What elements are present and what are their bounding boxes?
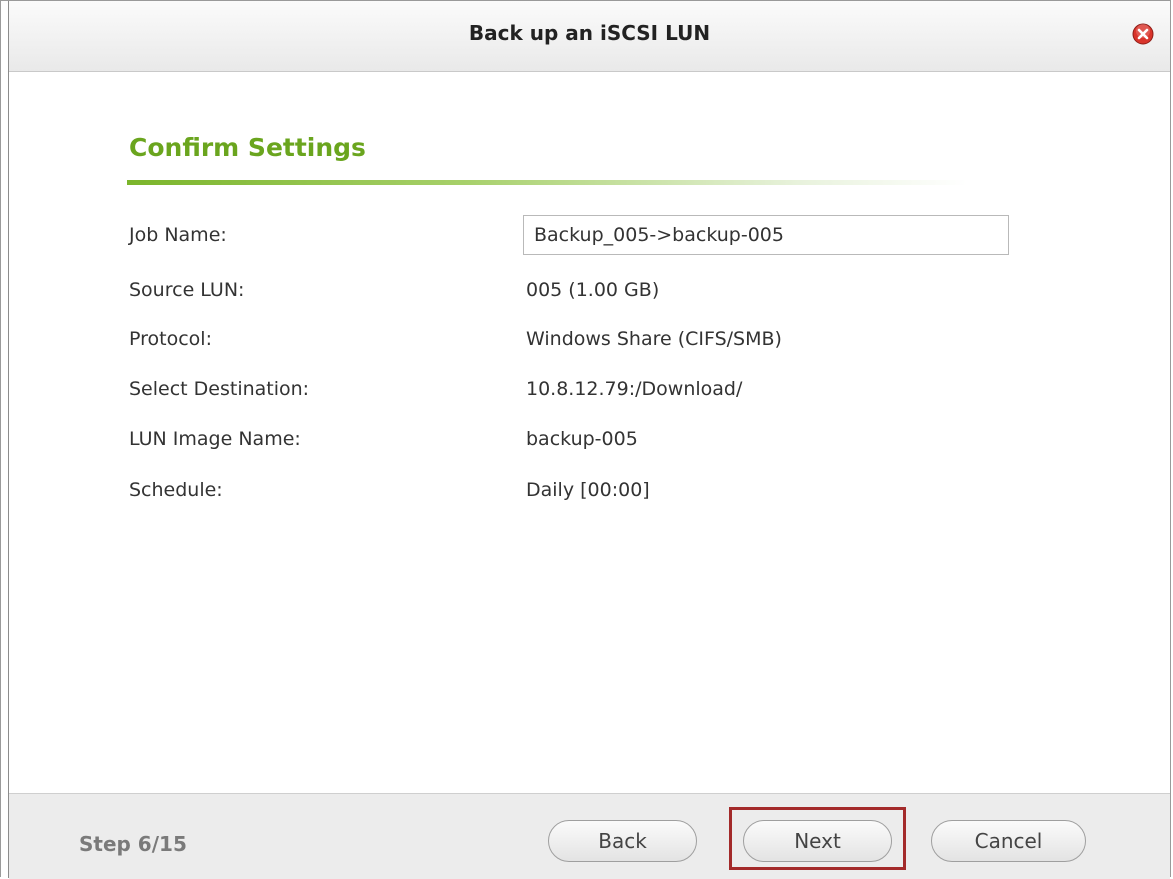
section-title: Confirm Settings [129,133,366,162]
image-name-value: backup-005 [526,428,638,450]
back-button[interactable]: Back [548,820,697,862]
close-icon[interactable] [1132,23,1154,45]
job-name-input[interactable] [523,215,1009,255]
window-edge [1,1,9,878]
schedule-value: Daily [00:00] [526,479,650,501]
protocol-value: Windows Share (CIFS/SMB) [526,328,782,350]
cancel-button[interactable]: Cancel [931,820,1086,862]
step-indicator: Step 6/15 [79,832,187,856]
backup-lun-dialog: Back up an iSCSI LUN Confirm Settings Jo… [0,0,1171,879]
dialog-title: Back up an iSCSI LUN [468,21,711,45]
title-bar: Back up an iSCSI LUN [9,1,1170,72]
next-button-highlight [729,807,906,870]
dialog-footer: Step 6/15 Back Next Cancel [9,793,1170,879]
destination-label: Select Destination: [129,378,310,400]
section-divider [127,180,967,185]
source-lun-value: 005 (1.00 GB) [526,279,660,301]
source-lun-label: Source LUN: [129,279,245,301]
protocol-label: Protocol: [129,328,212,350]
job-name-label: Job Name: [129,224,227,246]
schedule-label: Schedule: [129,479,223,501]
image-name-label: LUN Image Name: [129,428,301,450]
destination-value: 10.8.12.79:/Download/ [526,378,743,400]
